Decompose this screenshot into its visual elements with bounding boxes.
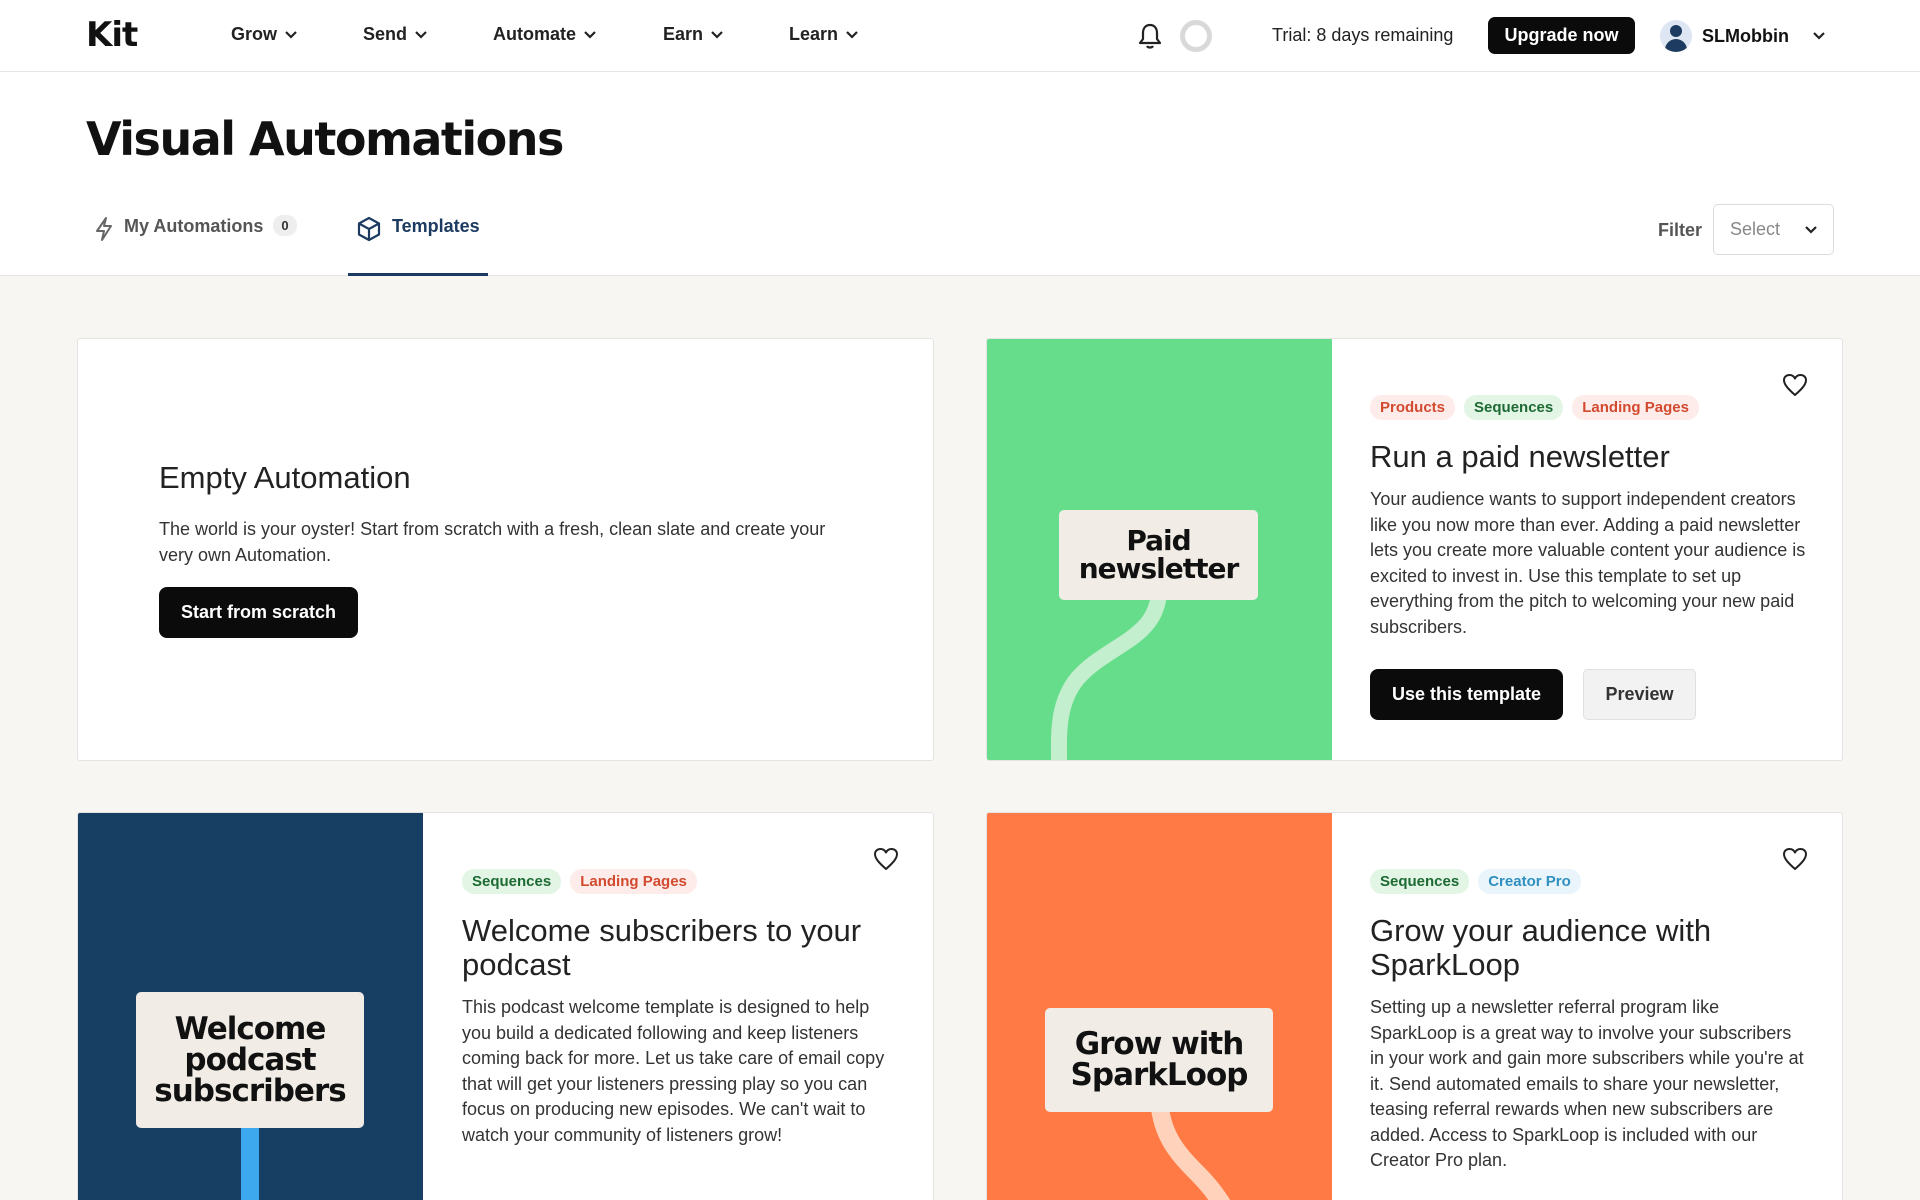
nav-send[interactable]: Send — [363, 24, 427, 45]
nav-learn[interactable]: Learn — [789, 24, 858, 45]
tag-products: Products — [1370, 395, 1456, 420]
automation-count-badge: 0 — [273, 215, 297, 236]
tab-my-automations-label: My Automations — [124, 216, 264, 236]
template-title: Welcome subscribers to your podcast — [462, 913, 862, 982]
kit-logo[interactable]: Kit — [86, 15, 138, 55]
tag-landing-pages: Landing Pages — [1572, 395, 1699, 420]
nav-send-label: Send — [363, 24, 408, 44]
chevron-down-icon — [415, 30, 427, 39]
start-from-scratch-button[interactable]: Start from scratch — [159, 587, 358, 638]
template-illustration: Welcome podcast subscribers — [78, 813, 423, 1200]
template-illustration-sign: Grow with SparkLoop — [1045, 1008, 1273, 1112]
nav-learn-label: Learn — [789, 24, 839, 44]
template-illustration-sign: Paid newsletter — [1059, 510, 1258, 600]
empty-automation-title: Empty Automation — [159, 460, 411, 495]
template-description: This podcast welcome template is designe… — [462, 997, 885, 1145]
template-tags: Sequences Creator Pro — [1370, 869, 1581, 894]
chevron-down-icon — [584, 30, 596, 39]
favorite-heart-icon[interactable] — [1782, 373, 1808, 397]
empty-automation-card: Empty Automation The world is your oyste… — [77, 338, 934, 761]
tag-sequences: Sequences — [1464, 395, 1564, 420]
tab-my-automations[interactable]: My Automations 0 — [94, 214, 297, 276]
chevron-down-icon — [1813, 32, 1825, 40]
bell-icon[interactable] — [1137, 22, 1163, 50]
tag-landing-pages: Landing Pages — [570, 869, 697, 894]
page-title: Visual Automations — [86, 112, 564, 166]
tag-sequences: Sequences — [462, 869, 562, 894]
empty-automation-description: The world is your oyster! Start from scr… — [159, 519, 826, 565]
template-tags: Sequences Landing Pages — [462, 869, 697, 894]
chevron-down-icon — [846, 30, 858, 39]
template-card-paid-newsletter: Paid newsletter Products Sequences Landi… — [986, 338, 1843, 761]
path-illustration — [1150, 1084, 1230, 1200]
template-title: Grow your audience with SparkLoop — [1370, 913, 1712, 982]
filter-select-value: Select — [1730, 219, 1781, 239]
chevron-down-icon — [1805, 225, 1817, 234]
template-title: Run a paid newsletter — [1370, 439, 1670, 474]
avatar — [1660, 20, 1692, 52]
loading-spinner-icon — [1180, 20, 1212, 52]
filter-select[interactable]: Select — [1713, 204, 1834, 255]
tab-templates-label: Templates — [392, 216, 480, 236]
nav-grow[interactable]: Grow — [231, 24, 297, 45]
trial-status: Trial: 8 days remaining — [1272, 25, 1454, 45]
nav-earn-label: Earn — [663, 24, 704, 44]
chevron-down-icon — [285, 30, 297, 39]
top-navigation: Kit Grow Send Automate Earn Learn Trial:… — [0, 0, 1920, 72]
favorite-heart-icon[interactable] — [873, 847, 899, 871]
use-template-button[interactable]: Use this template — [1370, 669, 1563, 720]
template-card-sparkloop: Grow with SparkLoop Sequences Creator Pr… — [986, 812, 1843, 1200]
nav-automate-label: Automate — [493, 24, 577, 44]
template-illustration: Grow with SparkLoop — [987, 813, 1332, 1200]
template-description: Setting up a newsletter referral program… — [1370, 997, 1804, 1170]
filter-label: Filter — [1658, 220, 1703, 240]
preview-button[interactable]: Preview — [1583, 669, 1696, 720]
page-header: Visual Automations My Automations 0 Temp… — [0, 72, 1920, 276]
tag-creator-pro: Creator Pro — [1478, 869, 1581, 894]
nav-automate[interactable]: Automate — [493, 24, 596, 45]
template-card-podcast: Welcome podcast subscribers Sequences La… — [77, 812, 934, 1200]
tag-sequences: Sequences — [1370, 869, 1470, 894]
cube-icon — [357, 216, 381, 242]
nav-earn[interactable]: Earn — [663, 24, 723, 45]
template-illustration: Paid newsletter — [987, 339, 1332, 760]
lightning-icon — [96, 217, 112, 241]
tab-templates[interactable]: Templates — [348, 214, 488, 276]
favorite-heart-icon[interactable] — [1782, 847, 1808, 871]
template-illustration-sign: Welcome podcast subscribers — [136, 992, 364, 1128]
user-menu[interactable]: SLMobbin — [1660, 18, 1825, 54]
template-description: Your audience wants to support independe… — [1370, 489, 1806, 637]
upgrade-button[interactable]: Upgrade now — [1488, 17, 1635, 54]
chevron-down-icon — [711, 30, 723, 39]
template-tags: Products Sequences Landing Pages — [1370, 395, 1699, 420]
user-name: SLMobbin — [1702, 25, 1789, 46]
nav-grow-label: Grow — [231, 24, 278, 44]
